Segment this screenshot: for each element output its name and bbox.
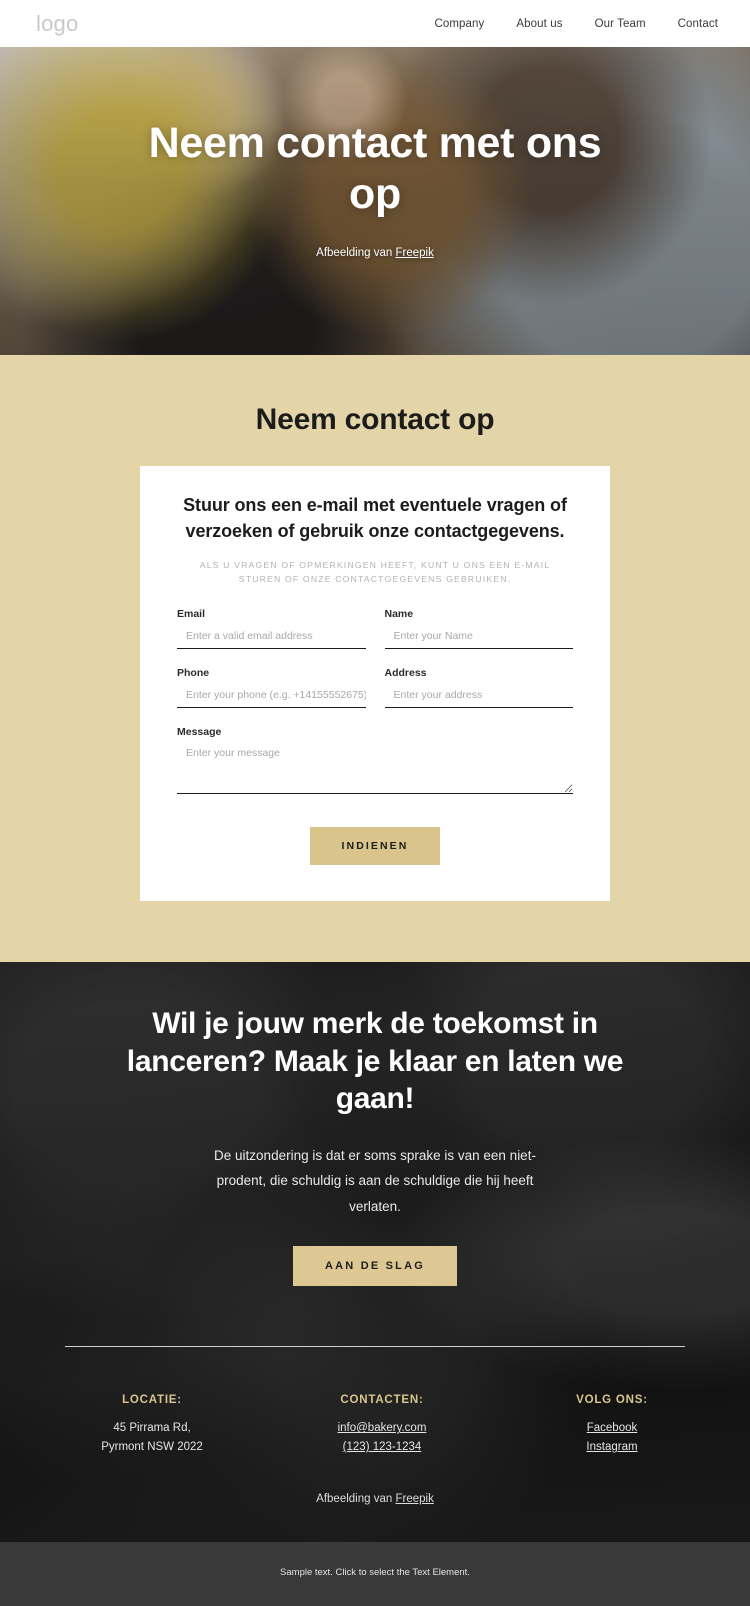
logo[interactable]: logo	[36, 12, 78, 35]
footer-column-title: LOCATIE:	[122, 1394, 182, 1407]
footer-column-volg-ons: VOLG ONS: Facebook Instagram	[537, 1394, 687, 1456]
bottom-bar: Sample text. Click to select the Text El…	[0, 1541, 750, 1606]
footer-columns: LOCATIE: 45 Pirrama Rd, Pyrmont NSW 2022…	[0, 1394, 750, 1456]
cta-paragraph: De uitzondering is dat er soms sprake is…	[214, 1147, 536, 1214]
main-nav: Company About us Our Team Contact	[434, 18, 718, 30]
footer-column-title: CONTACTEN:	[340, 1394, 424, 1407]
get-started-button[interactable]: AAN DE SLAG	[293, 1245, 457, 1286]
nav-item-contact[interactable]: Contact	[678, 18, 718, 30]
phone-label: Phone	[177, 667, 210, 680]
email-input[interactable]	[177, 627, 366, 650]
footer-divider	[65, 1345, 685, 1348]
nav-item-about-us[interactable]: About us	[516, 18, 562, 30]
message-label: Message	[177, 726, 222, 739]
page-title: Neem contact met ons op	[148, 119, 602, 218]
footer-facebook-line: Facebook	[537, 1419, 687, 1438]
cta-section: Wil je jouw merk de toekomst in lanceren…	[0, 962, 750, 1542]
footer-image-credit-prefix: Afbeelding van	[316, 1492, 396, 1505]
footer-instagram-link[interactable]: Instagram	[586, 1441, 637, 1453]
footer-address-line-1: 45 Pirrama Rd,	[113, 1422, 191, 1435]
message-textarea[interactable]	[177, 744, 573, 795]
footer-column-contacten: CONTACTEN: info@bakery.com (123) 123-123…	[307, 1394, 457, 1456]
hero-image-credit: Afbeelding van Freepik	[316, 247, 434, 259]
nav-item-our-team[interactable]: Our Team	[595, 18, 646, 30]
phone-input[interactable]	[177, 686, 366, 709]
field-address: Address	[384, 667, 573, 726]
address-input[interactable]	[384, 686, 573, 709]
nav-item-company[interactable]: Company	[434, 18, 484, 30]
hero-image-credit-prefix: Afbeelding van	[316, 247, 396, 260]
name-input[interactable]	[384, 627, 573, 650]
field-email: Email	[177, 608, 366, 667]
footer-facebook-link[interactable]: Facebook	[587, 1422, 638, 1434]
contact-form-card: Stuur ons een e-mail met eventuele vrage…	[140, 466, 610, 902]
cta-title: Wil je jouw merk de toekomst in lanceren…	[126, 1007, 624, 1116]
footer-address-line-2: Pyrmont NSW 2022	[101, 1441, 203, 1454]
field-name: Name	[384, 608, 573, 667]
contact-section-title: Neem contact op	[255, 403, 495, 436]
address-label: Address	[384, 667, 427, 680]
footer-instagram-line: Instagram	[537, 1438, 687, 1457]
email-label: Email	[177, 608, 206, 621]
contact-section: Neem contact op Stuur ons een e-mail met…	[0, 355, 750, 963]
hero-section: Neem contact met ons op Afbeelding van F…	[0, 47, 750, 355]
footer-image-credit-link[interactable]: Freepik	[395, 1493, 433, 1505]
contact-form-subtitle: ALS U VRAGEN OF OPMERKINGEN HEEFT, KUNT …	[199, 560, 551, 585]
bottom-bar-text[interactable]: Sample text. Click to select the Text El…	[0, 1567, 750, 1578]
field-message: Message	[177, 726, 573, 799]
footer-image-credit: Afbeelding van Freepik	[0, 1493, 750, 1542]
submit-button[interactable]: INDIENEN	[309, 827, 441, 866]
site-header: logo Company About us Our Team Contact	[0, 0, 750, 47]
footer-phone-link[interactable]: (123) 123-1234	[343, 1441, 422, 1453]
contact-form: Email Name Phone Address Message	[177, 608, 573, 799]
contact-form-heading: Stuur ons een e-mail met eventuele vrage…	[183, 495, 567, 541]
footer-phone-line: (123) 123-1234	[307, 1438, 457, 1457]
footer-email-line: info@bakery.com	[307, 1419, 457, 1438]
field-phone: Phone	[177, 667, 366, 726]
name-label: Name	[384, 608, 414, 621]
footer-column-title: VOLG ONS:	[576, 1394, 648, 1407]
footer-email-link[interactable]: info@bakery.com	[338, 1422, 427, 1434]
hero-image-credit-link[interactable]: Freepik	[395, 247, 433, 259]
footer-column-locatie: LOCATIE: 45 Pirrama Rd, Pyrmont NSW 2022	[77, 1394, 227, 1456]
